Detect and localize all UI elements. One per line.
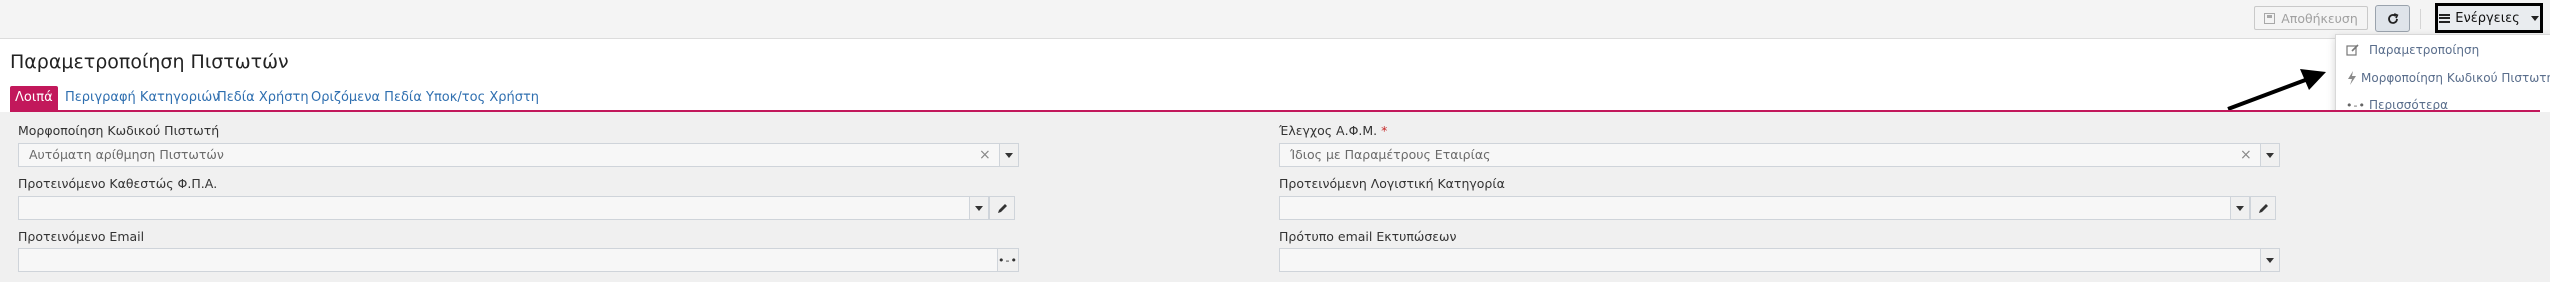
vat-check-dropdown-button[interactable]: [2260, 143, 2280, 167]
vat-check-select[interactable]: Ίδιος με Παραμέτρους Εταιρίας ×: [1279, 143, 2280, 167]
required-marker: *: [1381, 123, 1388, 138]
tab-user-defined-fields[interactable]: Οριζόμενα Πεδία Υποκ/τος Χρήστη: [311, 86, 539, 110]
print-email-template-select[interactable]: [1279, 248, 2280, 272]
pencil-icon: [2258, 203, 2268, 213]
code-format-dropdown-button[interactable]: [999, 143, 1019, 167]
caret-down-icon: [2236, 205, 2244, 211]
pencil-icon: [997, 203, 1007, 213]
accounting-category-edit-button[interactable]: [2250, 196, 2276, 220]
page-title: Παραμετροποίηση Πιστωτών: [10, 51, 289, 73]
accounting-category-dropdown-button[interactable]: [2230, 196, 2250, 220]
code-format-label: Μορφοποίηση Κωδικού Πιστωτή: [18, 123, 220, 138]
vat-status-select[interactable]: [18, 196, 1015, 220]
accounting-category-label: Προτεινόμενη Λογιστική Κατηγορία: [1279, 176, 1505, 191]
ellipsis-icon: •-•: [998, 253, 1018, 267]
tab-category-descriptions[interactable]: Περιγραφή Κατηγοριών: [65, 86, 220, 110]
caret-down-icon: [2266, 257, 2274, 263]
vat-status-dropdown-button[interactable]: [969, 196, 989, 220]
caret-down-icon: [1005, 152, 1013, 158]
vat-status-edit-button[interactable]: [989, 196, 1015, 220]
caret-down-icon: [2266, 152, 2274, 158]
caret-down-icon: [975, 205, 983, 211]
vat-status-label: Προτεινόμενο Καθεστώς Φ.Π.Α.: [18, 176, 218, 191]
clear-icon[interactable]: ×: [979, 144, 991, 166]
email-input[interactable]: •-•: [18, 248, 1019, 272]
code-format-value: Αυτόματη αρίθμηση Πιστωτών: [29, 147, 224, 162]
email-more-button[interactable]: •-•: [997, 248, 1019, 272]
tab-misc[interactable]: Λοιπά: [10, 86, 58, 110]
tab-user-fields[interactable]: Πεδία Χρήστη: [217, 86, 309, 110]
vat-check-label: Έλεγχος Α.Φ.Μ. *: [1279, 123, 1387, 138]
accounting-category-select[interactable]: [1279, 196, 2276, 220]
code-format-select[interactable]: Αυτόματη αρίθμηση Πιστωτών ×: [18, 143, 1019, 167]
clear-icon[interactable]: ×: [2240, 144, 2252, 166]
vat-check-value: Ίδιος με Παραμέτρους Εταιρίας: [1290, 147, 1491, 162]
vat-check-label-text: Έλεγχος Α.Φ.Μ.: [1279, 123, 1378, 138]
print-email-template-label: Πρότυπο email Εκτυπώσεων: [1279, 229, 1457, 244]
email-label: Προτεινόμενο Email: [18, 229, 145, 244]
print-email-template-dropdown-button[interactable]: [2260, 248, 2280, 272]
